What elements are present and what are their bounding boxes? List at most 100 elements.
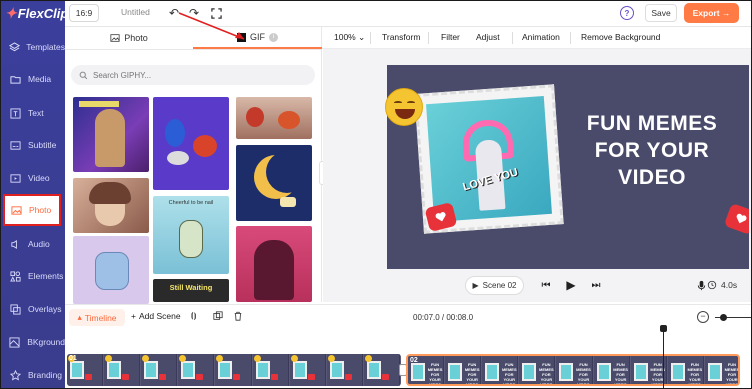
help-icon[interactable]: ? (620, 6, 634, 20)
gif-thumbnail[interactable] (153, 97, 229, 190)
sidebar-item-text[interactable]: Text (1, 97, 65, 129)
timeline-button[interactable]: ▴ Timeline (69, 309, 125, 326)
sidebar-item-branding[interactable]: Branding (1, 359, 65, 388)
project-title[interactable]: Untitled (121, 7, 150, 17)
add-scene-button[interactable]: + Add Scene (131, 311, 181, 321)
redo-icon[interactable]: ↷ (187, 6, 201, 20)
frame-emoji-icon (290, 355, 298, 362)
image-icon (110, 33, 120, 43)
sidebar-item-photo[interactable]: Photo (3, 194, 61, 226)
audio-icon (8, 238, 22, 250)
folder-icon (8, 73, 22, 85)
playhead-handle[interactable] (660, 325, 667, 332)
undo-icon[interactable]: ↶ (167, 6, 181, 20)
search-input[interactable] (93, 70, 293, 80)
timecode: 00:07.0 / 00:08.0 (413, 313, 474, 322)
frame-like-icon (85, 374, 92, 380)
frame-text: FUN MEMES FOR YOUR VIDEO (576, 362, 591, 386)
clip-frame: FUN MEMES FOR YOUR VIDEO (482, 356, 519, 386)
hair (89, 182, 131, 204)
frame-like-icon (159, 374, 167, 380)
adjust-button[interactable]: Adjust (476, 32, 500, 42)
aspect-ratio-button[interactable]: 16:9 (69, 4, 99, 22)
remove-background-button[interactable]: Remove Background (581, 32, 660, 42)
frame-photo (670, 363, 685, 381)
frame-photo (329, 361, 344, 379)
zoom-slider-handle[interactable] (720, 314, 727, 321)
gif-thumbnail[interactable] (73, 236, 149, 304)
zoom-select[interactable]: 100% ⌄ (334, 32, 365, 43)
gif-thumbnail[interactable] (73, 97, 149, 172)
fruit-red (246, 107, 264, 127)
zoom-value: 100% (334, 32, 356, 42)
scene-play-button[interactable]: ▶ Scene 02 (465, 276, 524, 295)
search-icon (79, 71, 88, 80)
frame-text: FUN MEMES FOR YOUR VIDEO (687, 362, 703, 386)
frame-text: FUN MEMES FOR YOUR VIDEO (613, 362, 628, 386)
filter-button[interactable]: Filter (441, 32, 460, 42)
scene-clip-01[interactable]: 01 (67, 354, 401, 386)
laughing-emoji-icon[interactable] (385, 88, 423, 126)
video-canvas[interactable]: LOVE YOU FUN MEMES FOR YOUR VIDEO (387, 65, 749, 269)
frame-text: FUN MEMES FOR YOUR VIDEO (501, 362, 517, 386)
tab-gif[interactable]: GIF i (193, 27, 322, 49)
zoom-out-icon[interactable]: − (697, 311, 709, 323)
frame-photo (144, 361, 159, 379)
clip-frame (141, 354, 178, 386)
gif-thumbnail[interactable] (73, 178, 149, 233)
sidebar-item-media[interactable]: Media (1, 63, 65, 95)
sidebar-item-bkground[interactable]: BKground (1, 326, 65, 358)
skip-forward-icon[interactable]: ⏭ (590, 279, 602, 291)
sidebar-item-video[interactable]: Video (1, 162, 65, 194)
sidebar-item-overlays[interactable]: Overlays (1, 293, 65, 325)
play-icon[interactable]: ▶ (565, 278, 577, 292)
add-scene-label: Add Scene (138, 311, 181, 321)
headline-text[interactable]: FUN MEMES FOR YOUR VIDEO (577, 110, 727, 191)
info-icon[interactable]: i (269, 32, 278, 42)
sidebar-item-elements[interactable]: Elements (1, 260, 65, 292)
sidebar-item-label: Text (28, 108, 44, 118)
gif-thumbnail[interactable] (236, 226, 312, 302)
export-button[interactable]: Export → (684, 3, 739, 23)
tab-divider (65, 49, 322, 50)
gif-thumbnail[interactable]: Still Waiting (153, 279, 229, 302)
clock-icon (706, 279, 718, 291)
delete-icon[interactable] (233, 311, 243, 321)
split-icon[interactable]: ⦗⦘ (191, 311, 196, 321)
gif-thumbnail[interactable]: Cheerful to be nail (153, 196, 229, 274)
like-icon[interactable] (723, 202, 749, 236)
sidebar-item-subtitle[interactable]: Subtitle (1, 129, 65, 161)
overlays-icon (8, 303, 22, 315)
divider (428, 32, 429, 44)
timeline-icon: ▴ (77, 312, 82, 322)
sidebar-item-label: Photo (29, 205, 52, 215)
sidebar: ✦ FlexClip Templates Media Text Subtitle … (1, 1, 68, 388)
branding-icon (8, 369, 22, 381)
clip-frame (178, 354, 215, 386)
gif-thumbnail[interactable] (236, 97, 312, 139)
sidebar-item-templates[interactable]: Templates (1, 31, 65, 63)
sidebar-item-audio[interactable]: Audio (1, 228, 65, 260)
skip-back-icon[interactable]: ⏮ (540, 279, 552, 291)
frame-photo (366, 361, 381, 379)
scene-clip-02[interactable]: 02 FUN MEMES FOR YOUR VIDEO FUN MEMES FOR… (406, 354, 740, 386)
fullscreen-icon[interactable] (209, 6, 223, 20)
tab-photo[interactable]: Photo (65, 27, 193, 49)
frame-like-icon (233, 374, 241, 380)
duplicate-icon[interactable] (213, 311, 223, 321)
gif-thumbnail[interactable] (236, 145, 312, 221)
frame-photo (107, 361, 122, 379)
thumb-caption: Cheerful to be nail (168, 200, 214, 206)
media-panel: Photo GIF i Search GIPHY... Cheerful to … (65, 27, 322, 304)
frame-emoji-icon (253, 355, 261, 362)
sidebar-item-label: Branding (28, 370, 63, 380)
search-box[interactable] (71, 65, 315, 85)
animation-button[interactable]: Animation (522, 32, 560, 42)
transform-button[interactable]: Transform (382, 32, 420, 42)
save-button[interactable]: Save (645, 4, 677, 22)
app-logo[interactable]: ✦ FlexClip (5, 5, 68, 21)
playhead[interactable] (663, 328, 664, 388)
text-banner (79, 101, 119, 107)
frame-photo (522, 363, 537, 381)
frame-text: FUN MEMES FOR YOUR VIDEO (427, 362, 443, 386)
